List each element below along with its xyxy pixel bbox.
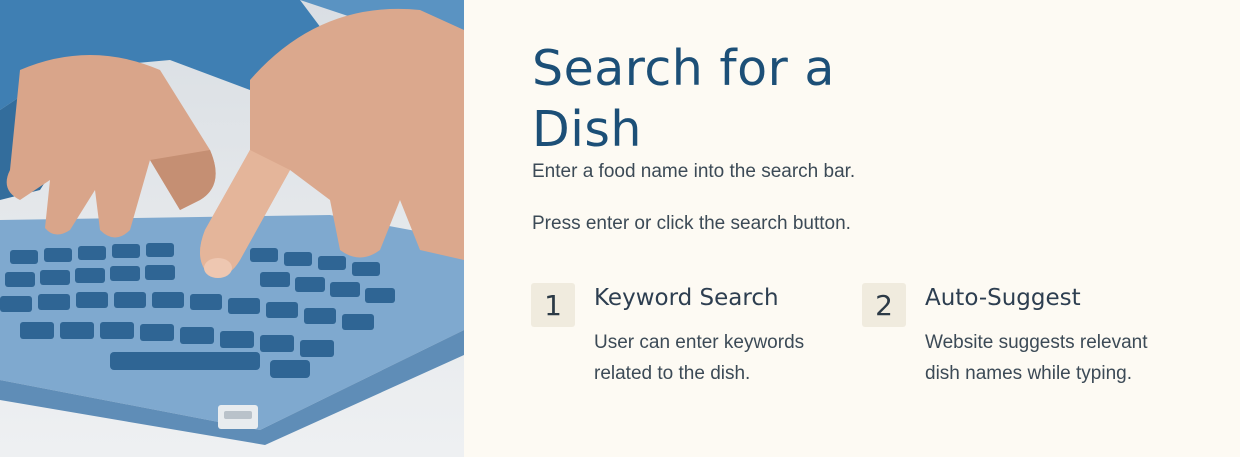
hands-typing-illustration <box>0 0 464 445</box>
content-panel: Search for a Dish Enter a food name into… <box>464 0 1240 457</box>
feature-keyword-search: 1 Keyword Search User can enter keywords… <box>531 283 831 393</box>
instruction-line-1: Enter a food name into the search bar. <box>532 161 856 182</box>
feature-description: Website suggests relevant dish names whi… <box>925 332 1148 384</box>
slide: Search for a Dish Enter a food name into… <box>0 0 1240 457</box>
feature-number-badge: 1 <box>531 283 575 327</box>
feature-title: Auto-Suggest <box>925 285 1081 311</box>
instruction-line-2: Press enter or click the search button. <box>532 213 851 234</box>
feature-description: User can enter keywords related to the d… <box>594 332 805 384</box>
slide-title: Search for a Dish <box>532 40 835 158</box>
fingertip <box>204 258 232 278</box>
feature-auto-suggest: 2 Auto-Suggest Website suggests relevant… <box>862 283 1162 393</box>
feature-title: Keyword Search <box>594 285 779 311</box>
feature-number-badge: 2 <box>862 283 906 327</box>
left-hand <box>6 55 216 238</box>
hands-typing-photo <box>0 0 464 457</box>
